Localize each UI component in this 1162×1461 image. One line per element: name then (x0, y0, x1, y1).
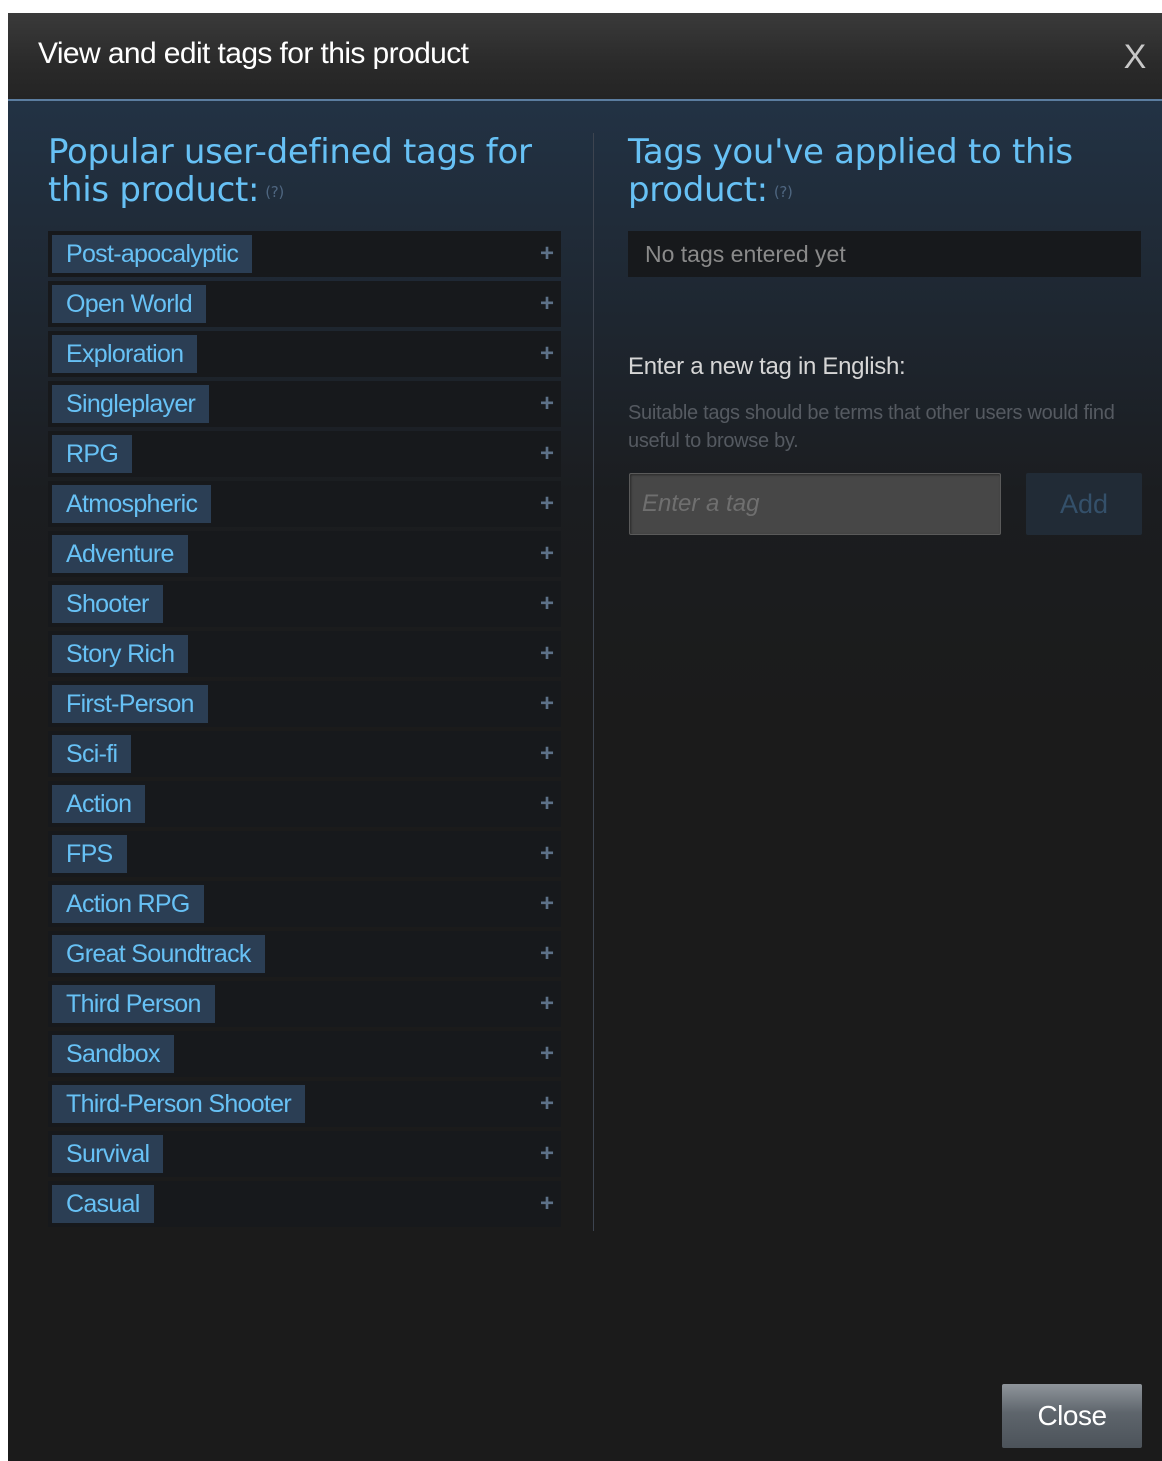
tag-link[interactable]: Third Person (52, 985, 215, 1023)
applied-tags-heading-text: Tags you've applied to this product: (628, 132, 1073, 210)
column-divider (593, 133, 594, 1231)
plus-icon[interactable]: + (537, 539, 557, 569)
plus-icon[interactable]: + (537, 489, 557, 519)
tag-row: Sandbox + (48, 1031, 561, 1077)
tag-row: First-Person + (48, 681, 561, 727)
tag-row: FPS + (48, 831, 561, 877)
tag-link[interactable]: Adventure (52, 535, 188, 573)
tag-link[interactable]: Singleplayer (52, 385, 210, 423)
tag-link[interactable]: Third-Person Shooter (52, 1085, 306, 1123)
tag-link[interactable]: Action (52, 785, 146, 823)
tag-row: Exploration + (48, 331, 561, 377)
tag-link[interactable]: Shooter (52, 585, 163, 623)
popular-tags-heading: Popular user-defined tags for this produ… (48, 133, 568, 211)
tag-link[interactable]: Post-apocalyptic (52, 235, 253, 273)
tag-link[interactable]: FPS (52, 835, 127, 873)
applied-tags-empty: No tags entered yet (628, 231, 1141, 277)
tag-row: Casual + (48, 1181, 561, 1227)
applied-tags-help-icon[interactable]: (?) (774, 183, 793, 201)
tag-row: Open World + (48, 281, 561, 327)
tag-link[interactable]: RPG (52, 435, 133, 473)
tag-link[interactable]: Sci-fi (52, 735, 132, 773)
plus-icon[interactable]: + (537, 789, 557, 819)
new-tag-input[interactable] (629, 473, 1001, 535)
tag-row: Third-Person Shooter + (48, 1081, 561, 1127)
tags-dialog: View and edit tags for this product X Po… (8, 13, 1162, 1461)
plus-icon[interactable]: + (537, 589, 557, 619)
add-tag-button[interactable]: Add (1026, 473, 1142, 535)
tag-row: Story Rich + (48, 631, 561, 677)
plus-icon[interactable]: + (537, 239, 557, 269)
plus-icon[interactable]: + (537, 289, 557, 319)
plus-icon[interactable]: + (537, 739, 557, 769)
tag-row: Action + (48, 781, 561, 827)
close-button[interactable]: Close (1002, 1384, 1142, 1448)
plus-icon[interactable]: + (537, 839, 557, 869)
tag-row: RPG + (48, 431, 561, 477)
plus-icon[interactable]: + (537, 689, 557, 719)
tag-link[interactable]: Exploration (52, 335, 198, 373)
tag-row: Sci-fi + (48, 731, 561, 777)
tag-row: Atmospheric + (48, 481, 561, 527)
dialog-title: View and edit tags for this product (38, 37, 469, 70)
plus-icon[interactable]: + (537, 989, 557, 1019)
plus-icon[interactable]: + (537, 1189, 557, 1219)
tag-row: Survival + (48, 1131, 561, 1177)
tag-row: Post-apocalyptic + (48, 231, 561, 277)
plus-icon[interactable]: + (537, 1039, 557, 1069)
tag-link[interactable]: Open World (52, 285, 206, 323)
plus-icon[interactable]: + (537, 1089, 557, 1119)
tag-link[interactable]: Survival (52, 1135, 164, 1173)
dialog-titlebar: View and edit tags for this product X (8, 13, 1162, 101)
close-icon[interactable]: X (1108, 35, 1162, 79)
tag-row: Great Soundtrack + (48, 931, 561, 977)
plus-icon[interactable]: + (537, 339, 557, 369)
tag-link[interactable]: Action RPG (52, 885, 204, 923)
tag-row: Third Person + (48, 981, 561, 1027)
popular-tags-help-icon[interactable]: (?) (265, 183, 284, 201)
tag-link[interactable]: Great Soundtrack (52, 935, 265, 973)
tag-link[interactable]: Story Rich (52, 635, 189, 673)
tag-link[interactable]: First-Person (52, 685, 208, 723)
tag-row: Action RPG + (48, 881, 561, 927)
popular-tags-heading-text: Popular user-defined tags for this produ… (48, 132, 532, 210)
plus-icon[interactable]: + (537, 639, 557, 669)
tag-row: Adventure + (48, 531, 561, 577)
plus-icon[interactable]: + (537, 439, 557, 469)
plus-icon[interactable]: + (537, 939, 557, 969)
new-tag-label: Enter a new tag in English: (628, 353, 906, 380)
plus-icon[interactable]: + (537, 1139, 557, 1169)
popular-tags-list: Post-apocalyptic + Open World + Exploration +… (48, 231, 561, 1231)
plus-icon[interactable]: + (537, 889, 557, 919)
applied-tags-heading: Tags you've applied to this product: (?) (628, 133, 1148, 211)
tag-link[interactable]: Sandbox (52, 1035, 174, 1073)
tag-link[interactable]: Casual (52, 1185, 154, 1223)
plus-icon[interactable]: + (537, 389, 557, 419)
tag-row: Shooter + (48, 581, 561, 627)
new-tag-hint: Suitable tags should be terms that other… (628, 402, 1115, 452)
tag-row: Singleplayer + (48, 381, 561, 427)
tag-link[interactable]: Atmospheric (52, 485, 212, 523)
